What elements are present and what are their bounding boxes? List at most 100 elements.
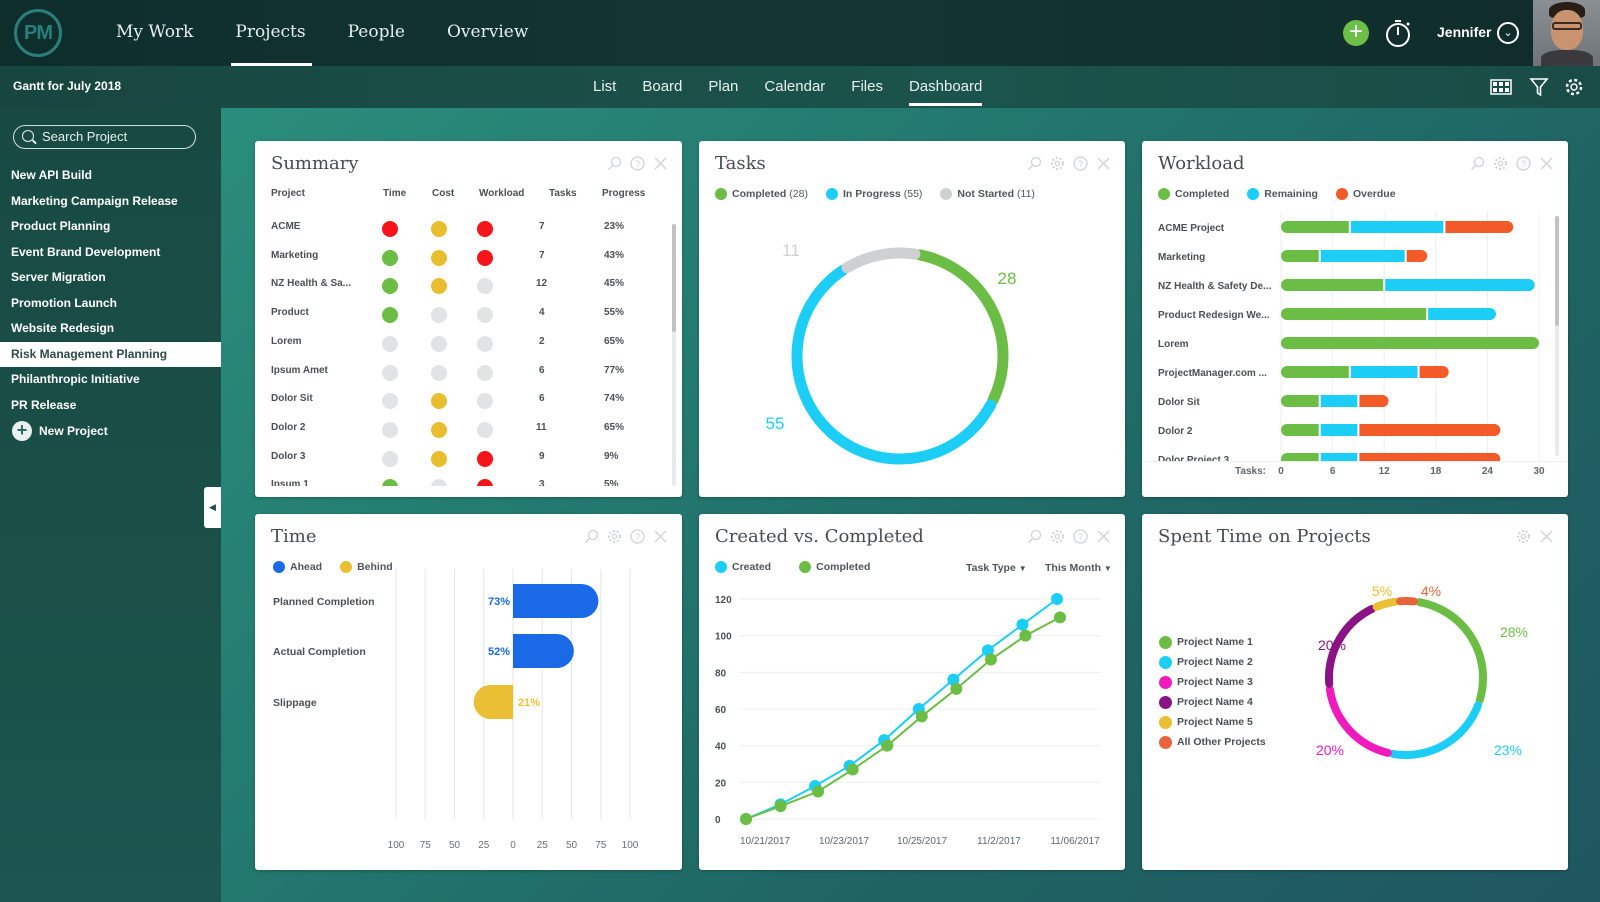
table-row[interactable]: Ipsum 1 3 5% [255, 471, 655, 486]
filter-icon[interactable] [1528, 77, 1550, 97]
search-icon[interactable] [607, 156, 622, 171]
bar-ahead [513, 634, 574, 668]
x-axis-label: Tasks: [1235, 466, 1266, 477]
legend-overdue[interactable]: Overdue [1335, 188, 1396, 200]
sidebar-project-item[interactable]: PR Release [0, 393, 221, 419]
tab-dashboard[interactable]: Dashboard [896, 66, 995, 108]
nav-overview[interactable]: Overview [435, 0, 540, 66]
nav-people[interactable]: People [336, 0, 417, 66]
slice-label: 11 [782, 241, 800, 260]
close-icon[interactable] [1539, 156, 1554, 171]
nav-my-work[interactable]: My Work [104, 0, 205, 66]
sidebar-project-item[interactable]: New API Build [0, 163, 221, 189]
sidebar-project-item[interactable]: Marketing Campaign Release [0, 189, 221, 215]
bar-segment-completed [1281, 424, 1319, 436]
scrollbar-thumb[interactable] [672, 224, 676, 332]
add-icon[interactable]: + [1343, 20, 1369, 46]
x-tick-label: 75 [420, 840, 432, 851]
table-row[interactable]: ACME 7 23% [255, 213, 655, 242]
chevron-down-circle-icon[interactable]: ⌄ [1497, 22, 1519, 44]
legend-completed[interactable]: Completed [1158, 188, 1229, 200]
tab-board[interactable]: Board [629, 66, 695, 108]
progress-value: 65% [604, 335, 625, 347]
bar-segment-overdue [1406, 250, 1428, 262]
cost-status-dot [431, 278, 447, 295]
search-icon[interactable] [1470, 156, 1485, 171]
table-row[interactable]: Ipsum Amet 6 77% [255, 357, 655, 386]
table-row[interactable]: Dolor 3 9 9% [255, 443, 655, 472]
progress-value: 45% [604, 278, 625, 290]
slice-label: 23% [1494, 742, 1522, 758]
x-tick-label: 100 [622, 840, 639, 851]
avatar-body [1541, 50, 1593, 66]
sidebar-project-item[interactable]: Product Planning [0, 214, 221, 240]
task-count: 12 [536, 278, 548, 290]
table-row[interactable]: Dolor Sit 6 74% [255, 385, 655, 414]
table-row[interactable]: Product 4 55% [255, 299, 655, 328]
cost-status-dot [431, 249, 447, 266]
help-icon[interactable]: ? [630, 156, 645, 171]
user-name[interactable]: Jennifer [1437, 24, 1491, 40]
legend-label: Completed [1175, 188, 1230, 200]
gear-icon[interactable] [1563, 77, 1585, 97]
search-input[interactable]: Search Project [13, 125, 196, 149]
x-tick-label: 10/23/2017 [819, 836, 869, 847]
sidebar-project-item[interactable]: Event Brand Development [0, 240, 221, 266]
table-row[interactable]: Marketing 7 43% [255, 242, 655, 271]
cost-status-dot [431, 307, 447, 324]
help-icon[interactable]: ? [1516, 156, 1531, 171]
x-tick-label: 18 [1430, 466, 1442, 477]
sidebar-project-item[interactable]: Philanthropic Initiative [0, 367, 221, 393]
y-tick-label: 60 [715, 705, 727, 716]
main-nav: My Work Projects People Overview [104, 0, 558, 66]
y-tick-label: 100 [715, 632, 732, 643]
workload-status-dot [477, 221, 493, 237]
nav-projects[interactable]: Projects [223, 0, 317, 66]
collapse-sidebar-button[interactable]: ◀ [204, 487, 221, 528]
data-point-created [1051, 593, 1063, 605]
scrollbar[interactable] [1555, 216, 1559, 456]
scrollbar-thumb[interactable] [1555, 216, 1559, 326]
slice-label: 5% [1372, 583, 1392, 599]
legend-dot [1335, 188, 1348, 200]
avatar[interactable] [1533, 0, 1600, 66]
x-tick-label: 24 [1482, 466, 1494, 477]
summary-table: ACME 7 23% Marketing 7 43% NZ Health & Sa... 12… [255, 213, 657, 486]
bar-segment-completed [1281, 250, 1319, 262]
x-tick-label: 10/25/2017 [897, 836, 947, 847]
progress-value: 5% [604, 479, 619, 486]
sidebar-project-item[interactable]: Promotion Launch [0, 291, 221, 317]
table-row[interactable]: Lorem 2 65% [255, 328, 655, 357]
table-row[interactable]: Dolor 2 11 65% [255, 414, 655, 443]
data-point-completed [881, 739, 894, 752]
spent-time-card: Spent Time on Projects Project Name 1 Pro… [1142, 514, 1568, 870]
sidebar-project-item[interactable]: Server Migration [0, 265, 221, 291]
task-count: 4 [539, 307, 545, 319]
category-label: ProjectManager.com ... [1158, 368, 1267, 379]
tab-calendar[interactable]: Calendar [751, 66, 838, 108]
tab-files[interactable]: Files [838, 66, 896, 108]
task-count: 9 [539, 450, 545, 462]
grid-icon[interactable] [1490, 77, 1512, 97]
cost-status-dot [431, 479, 447, 486]
x-tick-label: 100 [388, 840, 405, 851]
workload-status-dot [477, 479, 493, 486]
legend-remaining[interactable]: Remaining [1247, 188, 1318, 200]
scrollbar[interactable] [672, 224, 676, 486]
table-row[interactable]: NZ Health & Sa... 12 45% [255, 270, 655, 299]
pm-logo[interactable]: PM [14, 9, 62, 57]
category-label: Lorem [1158, 339, 1189, 350]
slice-label: 28% [1500, 624, 1528, 640]
close-icon[interactable] [653, 156, 668, 171]
x-tick-label: 0 [510, 840, 516, 851]
tab-list[interactable]: List [580, 66, 629, 108]
new-project-button[interactable]: + New Project [12, 421, 108, 441]
data-point-completed [950, 682, 963, 695]
stopwatch-icon[interactable] [1384, 18, 1412, 48]
tab-plan[interactable]: Plan [695, 66, 751, 108]
sidebar-project-item[interactable]: Website Redesign [0, 316, 221, 342]
x-tick-label: 25 [478, 840, 490, 851]
gear-icon[interactable] [1493, 156, 1508, 171]
sidebar-project-item[interactable]: Risk Management Planning [0, 341, 221, 367]
x-tick-label: 12 [1379, 466, 1391, 477]
